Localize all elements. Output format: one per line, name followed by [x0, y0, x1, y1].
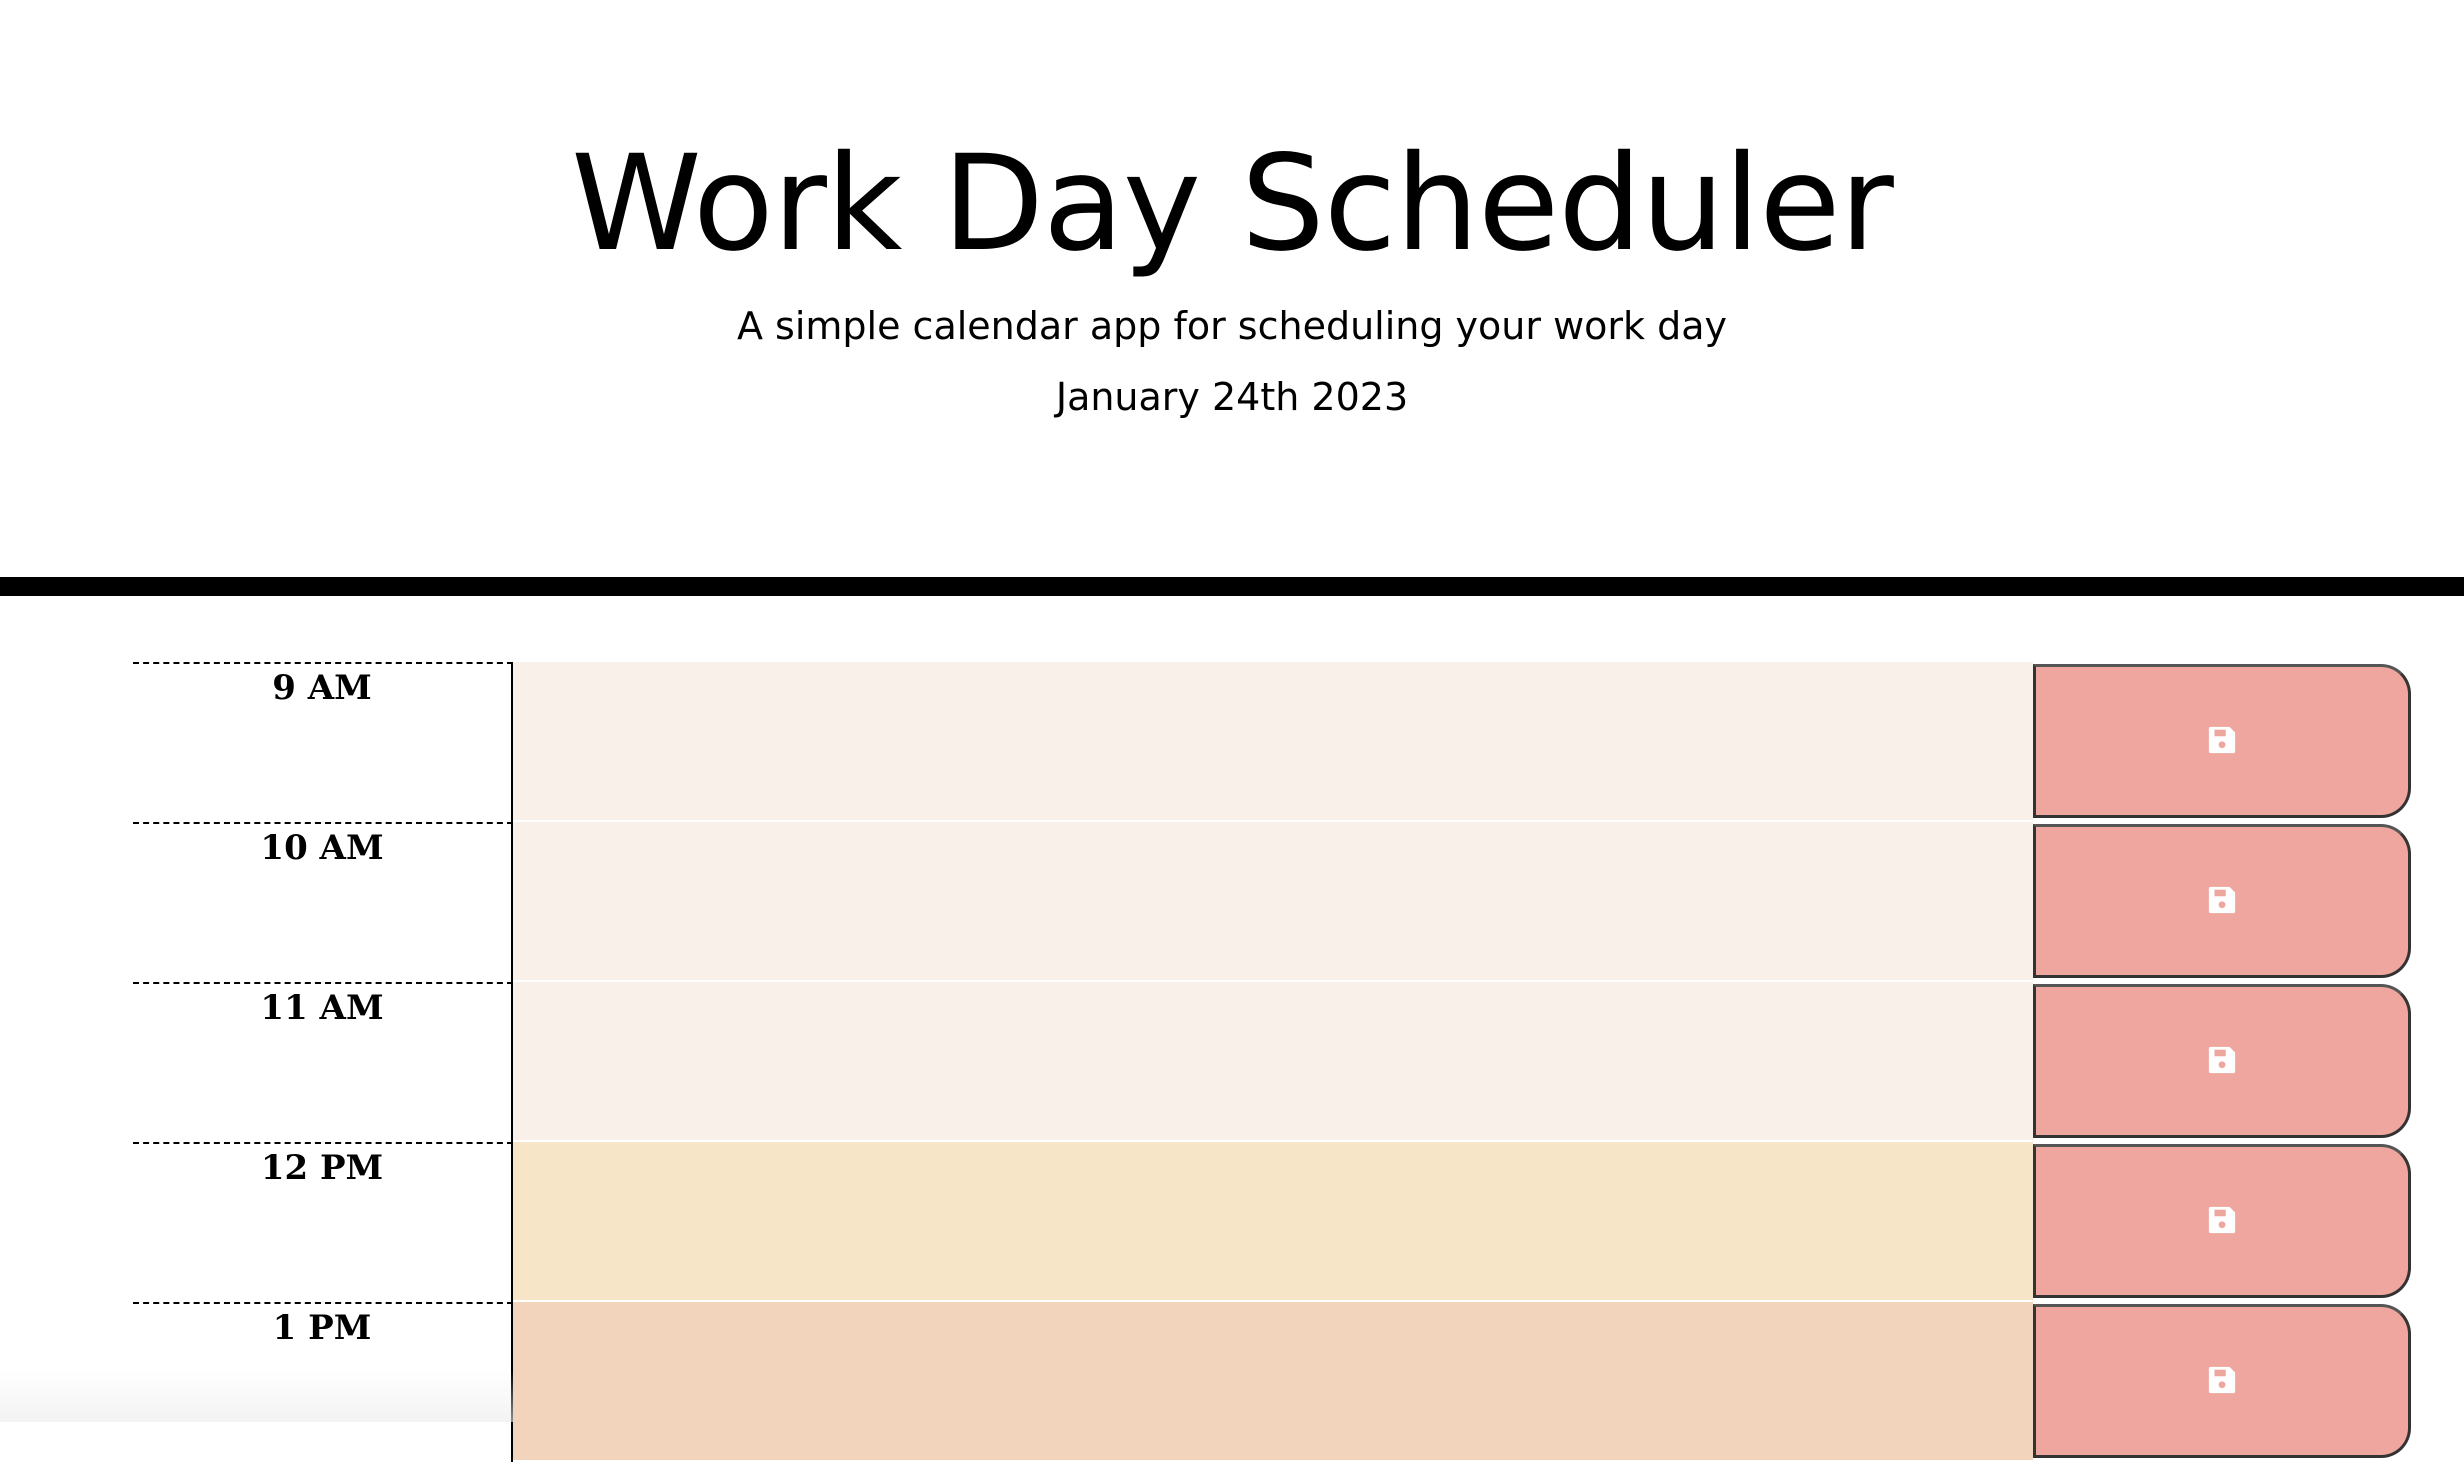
save-button[interactable] — [2033, 1144, 2411, 1298]
save-button[interactable] — [2033, 824, 2411, 978]
event-description-input[interactable] — [513, 1142, 2033, 1302]
hour-label: 1 PM — [133, 1302, 513, 1462]
timeblock-row: 12 PM — [0, 1142, 2464, 1302]
event-description-input[interactable] — [513, 822, 2033, 982]
save-button[interactable] — [2033, 1304, 2411, 1458]
event-description-input[interactable] — [513, 1302, 2033, 1462]
event-description-input[interactable] — [513, 982, 2033, 1142]
floppy-disk-icon — [2207, 1205, 2237, 1238]
hour-label: 11 AM — [133, 982, 513, 1142]
floppy-disk-icon — [2207, 725, 2237, 758]
floppy-disk-icon — [2207, 1045, 2237, 1078]
current-date: January 24th 2023 — [1055, 375, 1409, 419]
timeblock-row: 11 AM — [0, 982, 2464, 1142]
page-title: Work Day Scheduler — [571, 127, 1894, 281]
timeblock-row: 1 PM — [0, 1302, 2464, 1462]
floppy-disk-icon — [2207, 1365, 2237, 1398]
hour-label: 10 AM — [133, 822, 513, 982]
save-button[interactable] — [2033, 664, 2411, 818]
save-button[interactable] — [2033, 984, 2411, 1138]
event-description-input[interactable] — [513, 662, 2033, 822]
timeblock-row: 10 AM — [0, 822, 2464, 982]
timeblock-row: 9 AM — [0, 662, 2464, 822]
hour-label: 9 AM — [133, 662, 513, 822]
floppy-disk-icon — [2207, 885, 2237, 918]
jumbotron-header: Work Day Scheduler A simple calendar app… — [0, 0, 2464, 596]
hour-label: 12 PM — [133, 1142, 513, 1302]
page-subtitle: A simple calendar app for scheduling you… — [736, 304, 1728, 348]
timeblock-list: 9 AM 10 AM 11 AM 12 PM 1 PM — [0, 662, 2464, 1462]
